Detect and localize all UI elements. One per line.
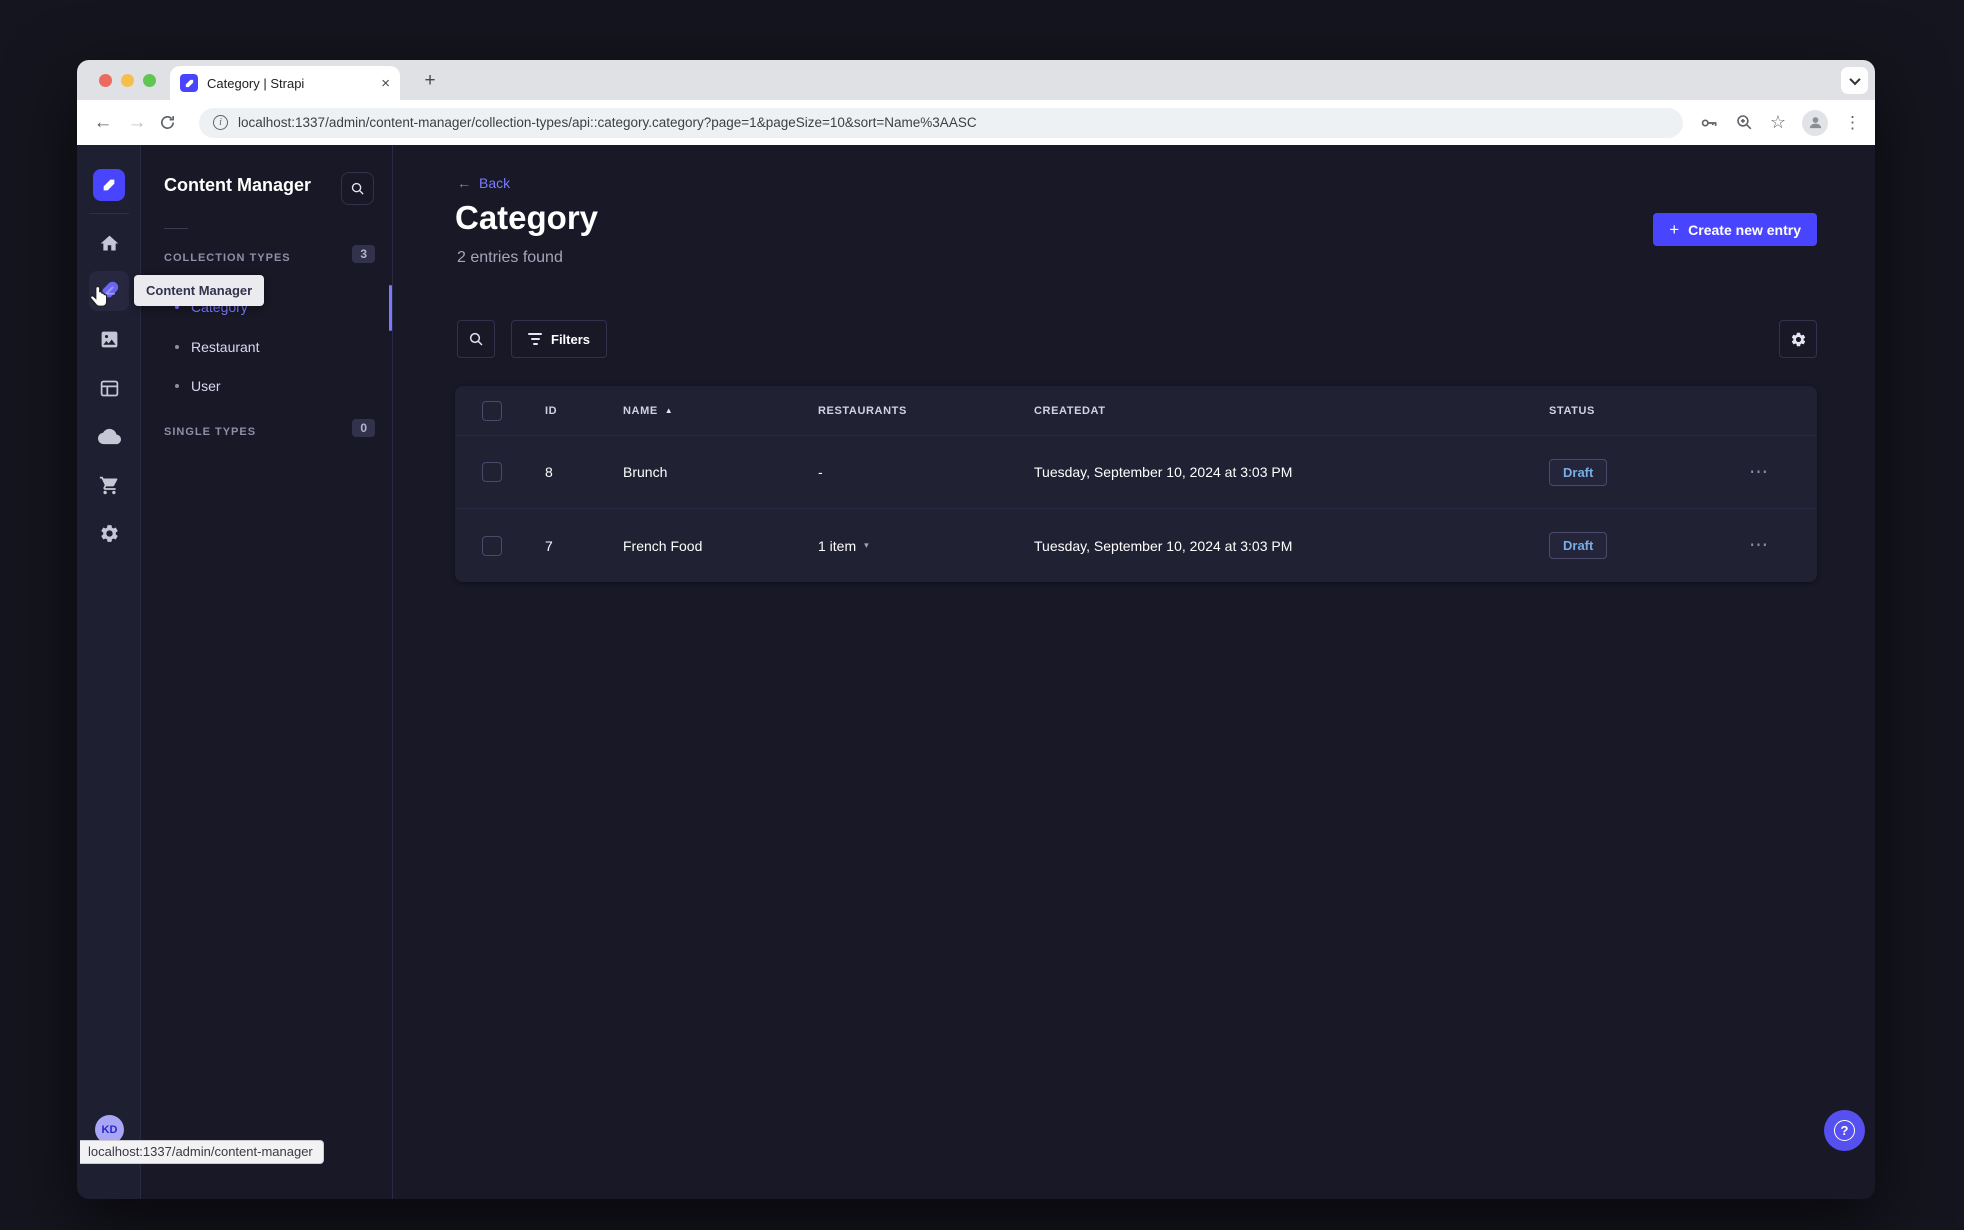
close-window-button[interactable] [99, 74, 112, 87]
sidebar-item-restaurant[interactable]: Restaurant [153, 328, 384, 366]
chevron-down-icon [1848, 73, 1861, 85]
bullet-icon [175, 384, 179, 388]
strapi-favicon-icon [180, 74, 198, 92]
cell-id: 7 [545, 537, 553, 554]
browser-forward-button[interactable]: → [125, 112, 149, 134]
browser-tab-strip: Category | Strapi × + [77, 60, 1875, 100]
subnav-title: Content Manager [164, 175, 312, 195]
password-manager-icon[interactable] [1699, 113, 1719, 133]
nav-media-library-icon[interactable] [89, 319, 129, 359]
column-header-name[interactable]: NAME ▲ [623, 405, 818, 417]
cell-name: French Food [623, 537, 703, 554]
nav-divider [89, 213, 129, 214]
single-types-label: SINGLE TYPES [164, 426, 257, 438]
filters-button[interactable]: Filters [511, 320, 608, 358]
table-header-row: ID NAME ▲ RESTAURANTS CREATEDAT STATUS [455, 386, 1817, 436]
sort-asc-icon: ▲ [664, 406, 674, 415]
page-info-icon[interactable]: i [213, 115, 228, 130]
back-link[interactable]: ← Back [457, 175, 510, 191]
column-header-createdat[interactable]: CREATEDAT [1034, 405, 1549, 417]
collection-types-label: COLLECTION TYPES [164, 252, 291, 264]
sidebar-item-user[interactable]: User [153, 367, 384, 405]
nav-content-type-builder-icon[interactable] [89, 368, 129, 408]
help-button[interactable]: ? [1824, 1110, 1865, 1151]
mouse-cursor [88, 285, 112, 311]
browser-toolbar: ← → i localhost:1337/admin/content-manag… [77, 100, 1875, 145]
relation-count: 1 item [818, 537, 857, 554]
nav-home-icon[interactable] [89, 223, 129, 263]
subnav-search-button[interactable] [341, 172, 374, 205]
browser-profile-avatar[interactable] [1802, 109, 1828, 136]
content-manager-tooltip: Content Manager [134, 275, 265, 306]
cell-name: Brunch [623, 464, 668, 480]
zoom-page-icon[interactable] [1735, 113, 1754, 132]
url-text: localhost:1337/admin/content-manager/col… [238, 115, 977, 130]
collection-types-count-badge: 3 [352, 245, 375, 263]
toolbar-actions: ☆ ⋮ [1699, 109, 1861, 136]
view-settings-button[interactable] [1779, 320, 1817, 358]
entries-count: 2 entries found [457, 249, 563, 266]
new-tab-button[interactable]: + [418, 69, 442, 93]
sidebar-item-label: Restaurant [191, 339, 260, 355]
page-title: Category [455, 199, 599, 236]
row-actions-button[interactable]: ⋯ [1745, 461, 1769, 484]
row-checkbox[interactable] [482, 535, 502, 556]
help-icon: ? [1834, 1120, 1855, 1141]
filters-label: Filters [551, 331, 591, 347]
column-header-id[interactable]: ID [545, 405, 623, 417]
cell-restaurants: - [818, 464, 823, 480]
window-controls [99, 74, 156, 87]
column-header-restaurants[interactable]: RESTAURANTS [818, 405, 1034, 417]
row-checkbox[interactable] [482, 462, 502, 482]
back-arrow-icon: ← [457, 175, 471, 191]
table-search-button[interactable] [457, 320, 495, 358]
create-button-label: Create new entry [1688, 221, 1801, 238]
bullet-icon [175, 345, 179, 349]
browser-back-button[interactable]: ← [91, 112, 115, 134]
cell-createdat: Tuesday, September 10, 2024 at 3:03 PM [1034, 464, 1293, 480]
single-types-count-badge: 0 [352, 419, 375, 437]
bookmark-star-icon[interactable]: ☆ [1770, 112, 1786, 133]
strapi-app: KD Content Manager COLLECTION TYPES 3 Ca… [77, 145, 1875, 1199]
nav-settings-icon[interactable] [89, 513, 129, 553]
plus-icon: + [1669, 219, 1680, 239]
link-status-bubble: localhost:1337/admin/content-manager [80, 1140, 324, 1164]
tab-title: Category | Strapi [207, 75, 305, 91]
back-label: Back [479, 175, 511, 191]
strapi-logo[interactable] [93, 169, 125, 201]
nav-deploy-cloud-icon[interactable] [89, 416, 129, 456]
subnav-divider [164, 228, 188, 229]
browser-window: Category | Strapi × + ← → i localhost:13… [77, 60, 1875, 1199]
cell-restaurants-relation[interactable]: 1 item ▾ [818, 538, 1034, 554]
sidebar-item-label: User [191, 378, 221, 394]
nav-marketplace-icon[interactable] [89, 465, 129, 505]
column-header-status[interactable]: STATUS [1549, 405, 1745, 417]
cell-createdat: Tuesday, September 10, 2024 at 3:03 PM [1034, 537, 1293, 554]
create-new-entry-button[interactable]: + Create new entry [1653, 213, 1817, 246]
row-actions-button[interactable]: ⋯ [1745, 534, 1769, 557]
browser-menu-icon[interactable]: ⋮ [1844, 113, 1861, 133]
address-bar[interactable]: i localhost:1337/admin/content-manager/c… [199, 107, 1683, 138]
tab-close-icon[interactable]: × [381, 76, 390, 91]
tab-search-button[interactable] [1841, 67, 1868, 94]
select-all-checkbox[interactable] [482, 400, 502, 421]
browser-reload-button[interactable] [159, 114, 183, 131]
status-badge: Draft [1549, 458, 1608, 486]
table-row[interactable]: 7 French Food 1 item ▾ Tuesday, Septembe… [455, 509, 1817, 582]
status-badge: Draft [1549, 532, 1608, 559]
chevron-down-icon: ▾ [864, 540, 869, 550]
filter-icon [528, 333, 542, 345]
maximize-window-button[interactable] [143, 74, 156, 87]
entries-table: ID NAME ▲ RESTAURANTS CREATEDAT STATUS 8 … [455, 386, 1817, 582]
main-content: ← Back Category 2 entries found + Create… [393, 145, 1875, 1199]
active-item-indicator [389, 285, 392, 331]
cell-id: 8 [545, 464, 553, 480]
minimize-window-button[interactable] [121, 74, 134, 87]
browser-tab[interactable]: Category | Strapi × [170, 66, 400, 100]
table-row[interactable]: 8 Brunch - Tuesday, September 10, 2024 a… [455, 436, 1817, 509]
